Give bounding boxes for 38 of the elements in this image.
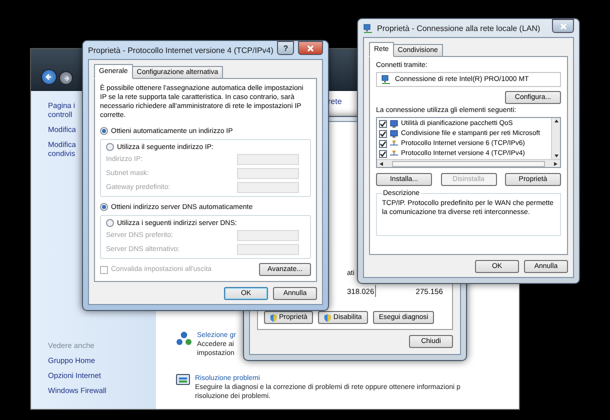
close-button[interactable] xyxy=(298,41,323,55)
window-title: Proprietà - Protocollo Internet versione 4 (TCP/IPv4) xyxy=(88,46,274,54)
network-protocol-icon xyxy=(390,140,398,148)
checkbox[interactable] xyxy=(379,130,387,138)
ip-address-field xyxy=(237,168,299,179)
window-title: Proprietà - Connessione alla rete locale (LAN) xyxy=(377,24,542,32)
forward-button[interactable] xyxy=(59,71,73,85)
radio-button[interactable] xyxy=(100,127,108,135)
radio-button[interactable] xyxy=(106,219,114,227)
help-button[interactable]: ? xyxy=(277,41,294,55)
checkbox[interactable] xyxy=(379,140,387,148)
shield-icon xyxy=(324,314,332,322)
radio-button[interactable] xyxy=(100,203,108,211)
scroll-arrow-icon xyxy=(379,162,384,166)
vertical-scrollbar[interactable] xyxy=(551,118,560,159)
close-button[interactable] xyxy=(552,19,574,33)
network-protocol-icon xyxy=(390,150,398,158)
horizontal-scrollbar[interactable] xyxy=(377,159,560,167)
close-icon xyxy=(560,22,566,30)
network-icon xyxy=(381,75,391,84)
checkbox[interactable] xyxy=(379,120,387,128)
ip-address-field xyxy=(237,230,299,241)
radio-button[interactable] xyxy=(106,143,114,151)
network-icon xyxy=(176,331,192,346)
ip-address-field xyxy=(237,182,299,193)
ip-address-field xyxy=(237,244,299,255)
ip-address-field xyxy=(237,154,299,165)
network-icon xyxy=(363,24,373,32)
forward-arrow-icon xyxy=(62,74,70,82)
shield-icon xyxy=(270,314,277,322)
network-service-icon xyxy=(390,120,398,128)
checkbox[interactable] xyxy=(379,150,387,158)
scroll-arrow-icon xyxy=(554,119,558,123)
network-service-icon xyxy=(390,130,398,138)
close-icon xyxy=(306,44,314,52)
back-button[interactable] xyxy=(41,69,57,85)
back-arrow-icon xyxy=(45,73,53,81)
troubleshoot-icon xyxy=(176,374,190,386)
